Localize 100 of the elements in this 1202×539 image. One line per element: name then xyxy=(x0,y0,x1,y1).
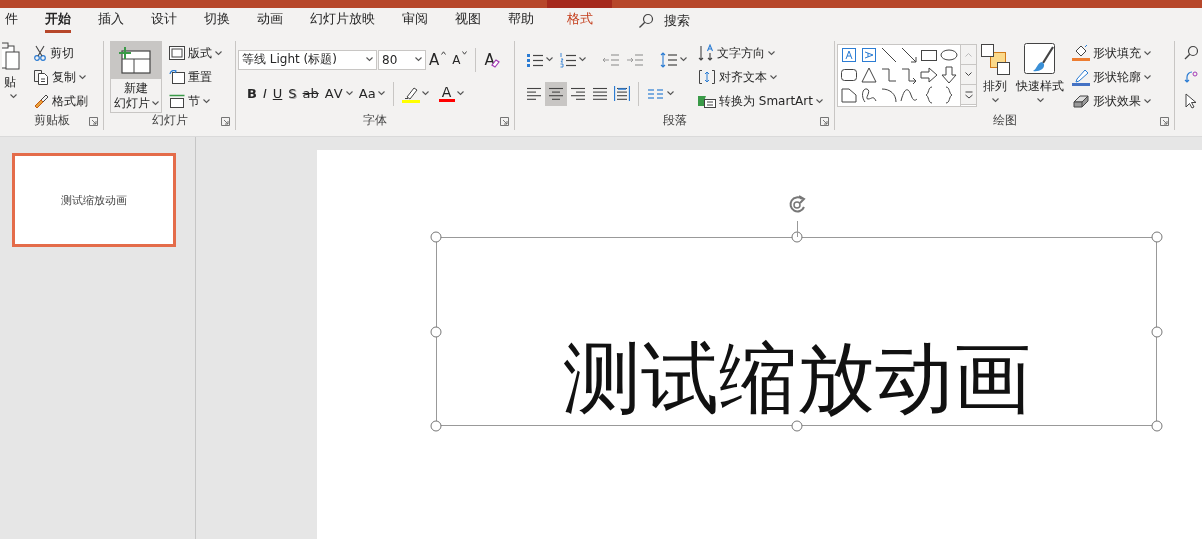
group-label: 段落 xyxy=(662,111,687,129)
convert-smartart-button[interactable]: 转换为 SmartArt xyxy=(695,89,826,113)
quick-styles-button[interactable]: 快速样式 xyxy=(1013,41,1067,113)
ribbon-tab[interactable]: 开始 xyxy=(44,8,71,33)
shape-outline-button[interactable]: 形状轮廓 xyxy=(1069,65,1154,89)
bold-button[interactable]: B xyxy=(244,81,260,106)
resize-handle[interactable] xyxy=(791,420,802,432)
ribbon-tab[interactable]: 切换 xyxy=(203,8,230,33)
ribbon-tab[interactable]: 件 xyxy=(4,8,18,33)
elbow-connector-icon xyxy=(879,65,899,85)
clear-formatting-button[interactable]: A xyxy=(481,47,503,72)
vertical-text-box-shape-button[interactable] xyxy=(859,45,879,65)
new-slide-icon xyxy=(119,46,153,75)
text-box-icon xyxy=(839,45,859,65)
freeform-shape-button[interactable] xyxy=(839,85,859,105)
dialog-launcher[interactable] xyxy=(1159,115,1170,127)
caret-icon xyxy=(991,98,999,103)
line-shape-button[interactable] xyxy=(879,45,899,65)
caret-icon xyxy=(421,91,429,96)
copy-button[interactable]: 复制 xyxy=(30,65,91,89)
caret-icon xyxy=(345,91,353,96)
font-name-field[interactable]: 等线 Light (标题) xyxy=(238,49,377,70)
ribbon-tab[interactable]: 审阅 xyxy=(401,8,428,33)
arc-shape-button[interactable] xyxy=(879,85,899,105)
text-direction-icon xyxy=(698,44,714,62)
indent-icon xyxy=(626,52,644,67)
shape-fill-button[interactable]: 形状填充 xyxy=(1069,41,1154,65)
align-center-icon xyxy=(548,86,564,101)
text-direction-button[interactable]: 文字方向 xyxy=(695,41,826,65)
group-label: 字体 xyxy=(363,111,387,129)
line-spacing-icon xyxy=(660,51,678,68)
slide-thumbnail[interactable]: 测试缩放动画 xyxy=(12,153,176,247)
shrink-font-button[interactable]: A xyxy=(449,47,471,72)
format-painter-button[interactable]: 格式刷 xyxy=(30,89,91,113)
numbered-list-icon xyxy=(559,51,577,68)
ribbon-tab[interactable]: 帮助 xyxy=(507,8,534,33)
caret-icon xyxy=(203,98,210,104)
caret-icon xyxy=(366,57,373,62)
triangle-icon xyxy=(859,65,879,85)
ribbon-tab[interactable]: 视图 xyxy=(454,8,481,33)
caret-icon xyxy=(1144,50,1151,56)
triangle-shape-button[interactable] xyxy=(859,65,879,85)
dialog-launcher[interactable] xyxy=(220,115,231,127)
resize-handle[interactable] xyxy=(430,231,442,243)
reset-button[interactable]: 重置 xyxy=(166,65,225,89)
dialog-launcher[interactable] xyxy=(88,115,99,127)
shape-effects-button[interactable]: 形状效果 xyxy=(1069,89,1154,113)
caret-icon xyxy=(415,57,422,62)
right-arrow-shape-button[interactable] xyxy=(919,65,939,85)
font-size-field[interactable]: 80 xyxy=(378,49,426,70)
ribbon-tab[interactable]: 插入 xyxy=(97,8,124,33)
scroll-down-button[interactable] xyxy=(961,65,976,85)
caret-icon xyxy=(768,50,775,56)
cut-button[interactable]: 剪切 xyxy=(30,41,91,65)
paste-button[interactable]: 贴 xyxy=(2,41,24,113)
align-text-icon xyxy=(698,69,716,85)
columns-icon xyxy=(647,87,665,100)
strikethrough-button[interactable]: ab xyxy=(299,81,322,106)
resize-handle[interactable] xyxy=(430,326,442,337)
caret-icon xyxy=(1144,74,1151,80)
scissors-icon xyxy=(33,45,47,61)
ribbon-tab[interactable]: 设计 xyxy=(150,8,177,33)
ribbon-tab[interactable]: 幻灯片放映 xyxy=(309,8,375,33)
text-box-shape-button[interactable] xyxy=(839,45,859,65)
resize-handle[interactable] xyxy=(1151,231,1163,243)
align-center-button[interactable] xyxy=(545,81,567,106)
align-distributed-icon xyxy=(614,86,630,101)
scribble-shape-button[interactable] xyxy=(859,85,879,105)
launcher-icon xyxy=(1160,116,1169,126)
resize-handle[interactable] xyxy=(1151,326,1163,337)
layout-button[interactable]: 版式 xyxy=(166,41,225,65)
search-button[interactable]: 搜索 xyxy=(638,8,1202,34)
underline-button[interactable]: U xyxy=(269,81,286,106)
arrow-shape-button[interactable] xyxy=(899,45,919,65)
resize-handle[interactable] xyxy=(1151,420,1163,432)
more-shapes-button[interactable] xyxy=(961,85,976,105)
replace-icon xyxy=(1184,69,1198,85)
align-text-button[interactable]: 对齐文本 xyxy=(695,65,826,89)
font-color-button[interactable]: A xyxy=(435,81,467,106)
character-spacing-button[interactable]: AV xyxy=(321,81,356,106)
down-arrow-shape-button[interactable] xyxy=(939,65,959,85)
dialog-launcher[interactable] xyxy=(499,115,510,127)
launcher-icon xyxy=(820,116,829,126)
vertical-text-box-icon xyxy=(859,45,879,65)
new-slide-button[interactable]: 新建 幻灯片 xyxy=(110,41,162,113)
dialog-launcher[interactable] xyxy=(819,115,830,127)
title-text-box[interactable]: 测试缩放动画 xyxy=(436,237,1157,426)
shadow-button[interactable]: S xyxy=(285,81,300,106)
arrow-icon xyxy=(899,45,919,65)
elbow-arrow-connector-icon xyxy=(899,65,919,85)
brush-icon xyxy=(33,93,49,109)
resize-handle[interactable] xyxy=(430,420,442,432)
arrange-button[interactable]: 排列 xyxy=(977,41,1013,113)
change-case-button[interactable]: Aa xyxy=(355,81,388,106)
ribbon-tab[interactable]: 动画 xyxy=(256,8,283,33)
grow-font-button[interactable]: A xyxy=(426,47,450,72)
italic-button[interactable]: I xyxy=(259,81,270,106)
section-button[interactable]: 节 xyxy=(166,89,225,113)
caret-icon xyxy=(215,50,222,56)
ribbon-tab[interactable]: 格式 xyxy=(566,8,593,33)
